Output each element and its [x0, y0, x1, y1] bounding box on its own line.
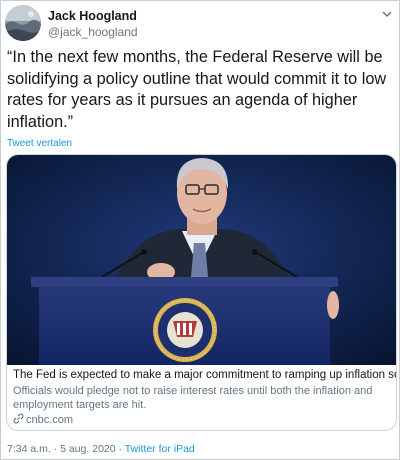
card-domain-label: cnbc.com: [26, 414, 74, 426]
author-name[interactable]: Jack Hoogland: [48, 9, 137, 23]
tweet-meta: 7:34 a.m. · 5 aug. 2020 · Twitter for iP…: [7, 443, 195, 455]
translate-tweet-link[interactable]: Tweet vertalen: [7, 138, 72, 149]
meta-separator: ·: [50, 443, 61, 455]
tweet-date[interactable]: 5 aug. 2020: [60, 443, 115, 455]
author-handle[interactable]: @jack_hoogland: [48, 25, 138, 39]
avatar[interactable]: [5, 5, 41, 41]
tweet-source-link[interactable]: Twitter for iPad: [125, 443, 195, 455]
card-domain[interactable]: cnbc.com: [13, 413, 73, 426]
link-card[interactable]: The Fed is expected to make a major comm…: [6, 154, 397, 431]
card-image[interactable]: [7, 155, 396, 365]
card-title[interactable]: The Fed is expected to make a major comm…: [13, 369, 396, 381]
chevron-down-icon[interactable]: [380, 7, 394, 21]
link-icon: [13, 413, 24, 424]
tweet-text: “In the next few months, the Federal Res…: [7, 48, 387, 131]
tweet-time[interactable]: 7:34 a.m.: [7, 443, 51, 455]
meta-separator: ·: [115, 443, 125, 455]
tweet: Jack Hoogland @jack_hoogland “In the nex…: [0, 0, 400, 460]
card-description: Officials would pledge not to raise inte…: [13, 385, 373, 411]
